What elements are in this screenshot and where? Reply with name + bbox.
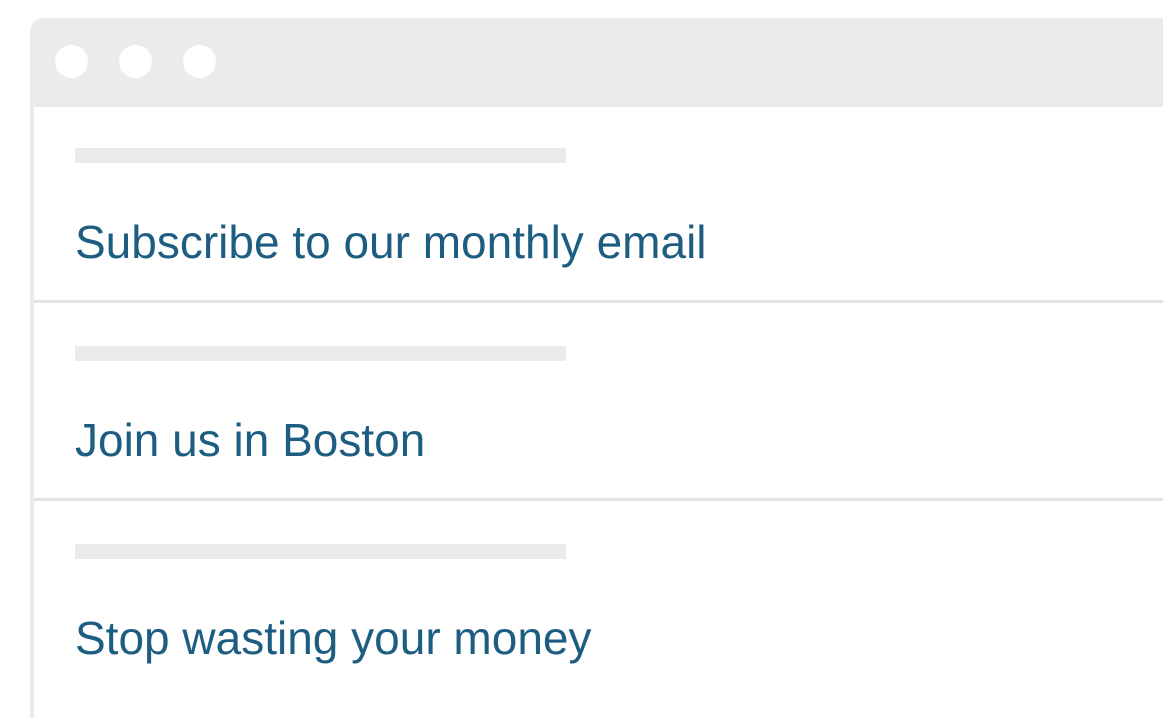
window-titlebar — [34, 18, 1163, 107]
placeholder-text-bar — [75, 544, 566, 559]
placeholder-text-bar — [75, 148, 566, 163]
stop-wasting-money-link[interactable]: Stop wasting your money — [75, 612, 592, 664]
list-item: Join us in Boston — [34, 305, 1163, 501]
browser-window: Subscribe to our monthly email Join us i… — [30, 18, 1163, 718]
divider — [34, 498, 1163, 501]
window-maximize-dot[interactable] — [183, 45, 216, 78]
window-minimize-dot[interactable] — [119, 45, 152, 78]
subscribe-link[interactable]: Subscribe to our monthly email — [75, 216, 707, 268]
window-close-dot[interactable] — [55, 45, 88, 78]
list-item: Stop wasting your money — [34, 503, 1163, 699]
list-item: Subscribe to our monthly email — [34, 107, 1163, 303]
divider — [34, 300, 1163, 303]
join-boston-link[interactable]: Join us in Boston — [75, 414, 425, 466]
placeholder-text-bar — [75, 346, 566, 361]
